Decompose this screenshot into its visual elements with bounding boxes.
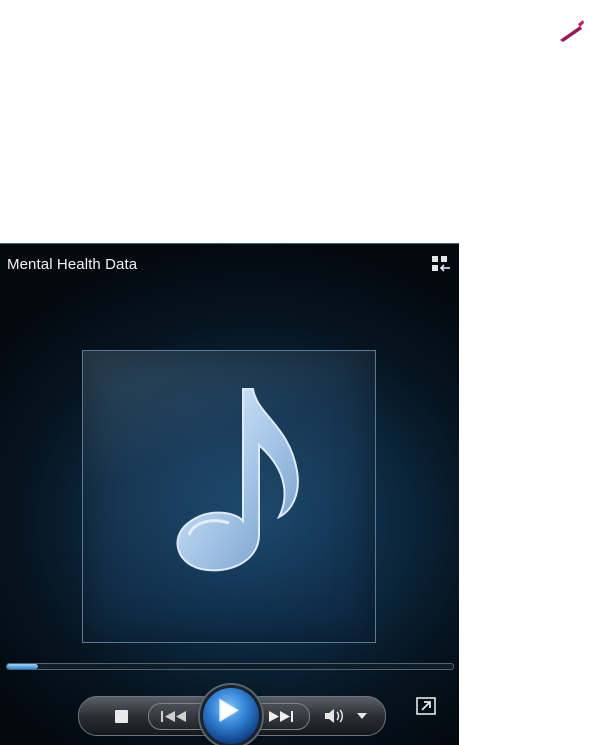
page: Mental Health Data (0, 0, 611, 745)
album-art (82, 350, 376, 643)
seek-bar[interactable] (6, 663, 454, 670)
play-icon (219, 698, 239, 722)
previous-button[interactable] (148, 703, 208, 730)
chevron-down-icon[interactable] (356, 712, 368, 720)
switch-to-now-playing-icon[interactable] (416, 697, 436, 715)
switch-to-library-icon[interactable] (431, 255, 451, 273)
media-player-window: Mental Health Data (0, 243, 459, 745)
next-button[interactable] (256, 703, 310, 730)
stop-button[interactable] (115, 710, 128, 723)
speaker-icon[interactable] (323, 707, 345, 725)
next-track-icon (269, 711, 293, 722)
seek-bar-progress (7, 664, 39, 669)
player-title: Mental Health Data (7, 256, 138, 273)
play-button[interactable] (200, 685, 262, 745)
previous-track-icon (161, 711, 186, 722)
pen-stroke-icon (560, 20, 584, 42)
music-note-icon (176, 388, 299, 572)
